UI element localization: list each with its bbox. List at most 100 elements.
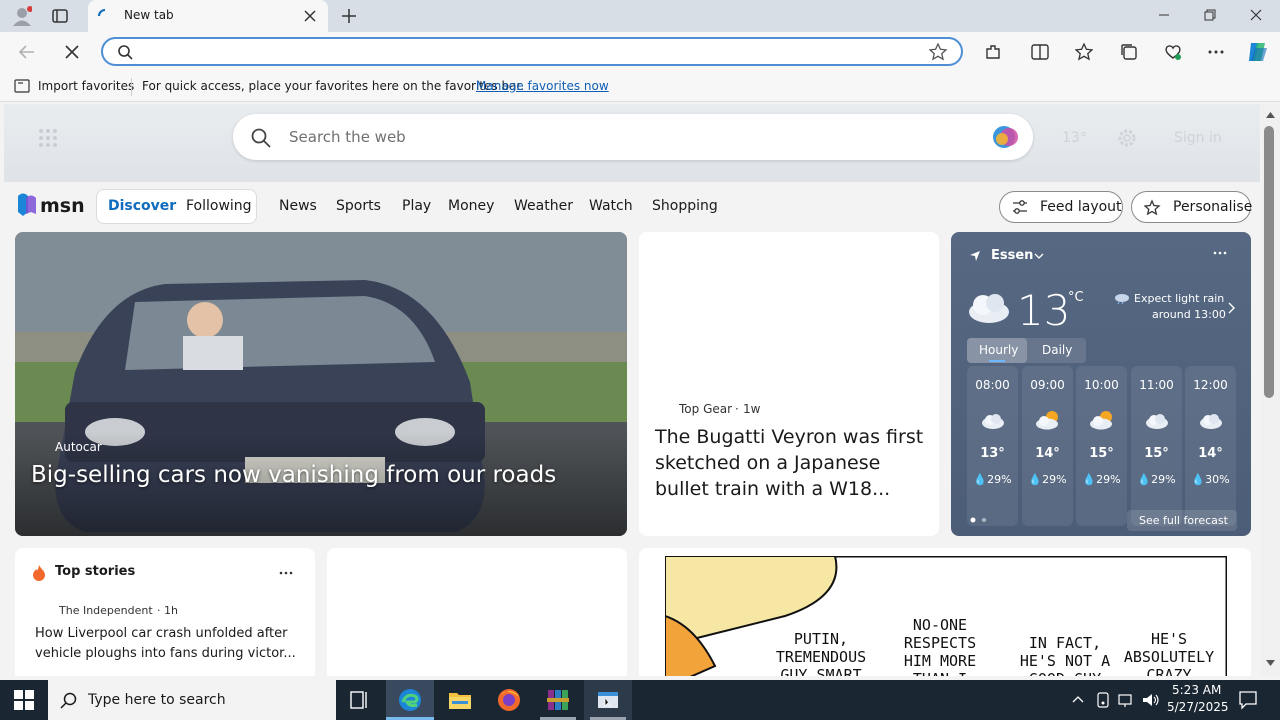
task-view-icon[interactable] (336, 680, 384, 720)
close-tab-icon[interactable] (304, 10, 316, 22)
more-options-icon[interactable] (279, 570, 293, 576)
tab-actions-icon[interactable] (52, 8, 68, 24)
chevron-down-icon[interactable] (1034, 252, 1044, 260)
tab-following[interactable]: Following (186, 198, 252, 214)
network-icon[interactable] (1118, 692, 1136, 708)
feed-layout-label: Feed layout (1040, 199, 1122, 215)
page-header: Search the web 13° Sign in (4, 104, 1260, 182)
address-bar[interactable] (101, 37, 963, 66)
back-arrow-icon[interactable] (18, 43, 36, 61)
collections-icon[interactable] (1120, 43, 1138, 61)
top-stories-card[interactable]: Top stories The Independent · 1h How Liv… (15, 548, 315, 676)
divider (131, 78, 132, 96)
copilot-search-icon[interactable] (991, 124, 1021, 150)
hour-forecast-1100[interactable]: 11:00 15° 💧29% (1131, 366, 1182, 526)
precip-value: 💧29% (1137, 473, 1176, 486)
search-icon (60, 692, 77, 709)
notifications-icon[interactable] (1238, 690, 1258, 710)
partly-cloudy-icon (1035, 410, 1061, 430)
nav-weather[interactable]: Weather (514, 198, 573, 214)
scrollbar-thumb[interactable] (1264, 126, 1274, 398)
import-favorites-button[interactable]: Import favorites (38, 79, 134, 93)
speech-bubble-3: IN FACT, HE'S NOT A GOOD GUY (1019, 634, 1111, 676)
story-headline[interactable]: How Liverpool car crash unfolded after v… (35, 624, 305, 664)
loading-card (327, 548, 627, 676)
web-search-box[interactable]: Search the web (233, 114, 1033, 160)
search-placeholder: Search the web (289, 128, 406, 146)
edge-taskbar-icon[interactable] (386, 680, 434, 720)
nav-watch[interactable]: Watch (589, 198, 633, 214)
settings-gear-icon[interactable] (1117, 128, 1137, 148)
winrar-icon[interactable] (534, 680, 582, 720)
profile-icon[interactable] (12, 6, 32, 26)
taskbar-search-box[interactable]: Type here to search (48, 680, 336, 720)
copilot-icon[interactable] (1245, 40, 1269, 64)
forecast-line-2: around 13:00 (1152, 308, 1226, 321)
article-source: Top Gear (679, 402, 733, 416)
app-installer-icon[interactable] (584, 680, 632, 720)
stop-loading-icon[interactable] (64, 44, 80, 60)
hero-headline[interactable]: Big-selling cars now vanishing from our … (31, 462, 556, 488)
current-temp: 13 (1017, 286, 1071, 335)
feed-layout-button[interactable]: Feed layout (999, 191, 1123, 223)
nav-play[interactable]: Play (402, 198, 431, 214)
article-headline[interactable]: The Bugatti Veyron was first sketched on… (655, 424, 927, 502)
windows-start-icon[interactable] (14, 690, 34, 710)
personalise-label: Personalise (1173, 199, 1253, 215)
flame-icon (31, 564, 47, 582)
msn-nav: msn Discover Following News Sports Play … (4, 182, 1260, 232)
msn-logo[interactable]: msn (16, 192, 86, 220)
firefox-icon[interactable] (485, 680, 533, 720)
tab-hourly[interactable]: Hourly (967, 338, 1027, 363)
extensions-icon[interactable] (984, 43, 1002, 61)
hour-forecast-1000[interactable]: 10:00 15° 💧29% (1076, 366, 1127, 526)
hour-forecast-0900[interactable]: 09:00 14° 💧29% (1022, 366, 1073, 526)
clock-date[interactable]: 5/27/2025 (1167, 700, 1229, 714)
new-tab-button[interactable] (341, 8, 357, 24)
temp-unit[interactable]: °C (1068, 290, 1084, 305)
cloud-icon (1144, 412, 1170, 430)
partly-cloudy-icon (1089, 410, 1115, 430)
favorite-star-icon[interactable] (929, 43, 947, 61)
scroll-up-icon[interactable] (1266, 112, 1275, 118)
chevron-right-icon[interactable] (1227, 302, 1235, 314)
file-explorer-icon[interactable] (436, 680, 484, 720)
nav-sports[interactable]: Sports (336, 198, 381, 214)
more-options-icon[interactable] (1213, 250, 1227, 256)
cloud-icon (1198, 412, 1224, 430)
hour-forecast-1200[interactable]: 12:00 14° 💧30% (1185, 366, 1236, 526)
hour-forecast-0800[interactable]: 08:00 13° 💧29% (967, 366, 1018, 526)
article-card[interactable]: Top Gear · 1w The Bugatti Veyron was fir… (639, 232, 939, 536)
tab-new-tab[interactable]: New tab (88, 0, 328, 32)
see-full-forecast-button[interactable]: See full forecast (1127, 510, 1237, 531)
favorites-icon[interactable] (1075, 43, 1093, 61)
hero-article-card[interactable]: Autocar Big-selling cars now vanishing f… (15, 232, 627, 536)
favorites-prompt: For quick access, place your favorites h… (142, 79, 525, 93)
browser-essentials-icon[interactable] (1163, 43, 1183, 61)
carousel-dots[interactable] (970, 517, 990, 523)
volume-icon[interactable] (1142, 692, 1160, 708)
sign-in-button[interactable]: Sign in (1174, 130, 1222, 146)
scroll-down-icon[interactable] (1266, 660, 1275, 666)
apps-grid-icon[interactable] (38, 128, 58, 148)
tab-discover[interactable]: Discover (108, 198, 176, 214)
split-screen-icon[interactable] (1031, 43, 1049, 61)
weather-card[interactable]: Essen 13 °C Expect light rain around 13:… (951, 232, 1251, 536)
manage-favorites-link[interactable]: Manage favorites now (476, 79, 609, 93)
car-photo (15, 232, 627, 536)
restore-button[interactable] (1204, 9, 1216, 21)
nav-news[interactable]: News (279, 198, 317, 214)
cartoon-card[interactable]: PUTIN, TREMENDOUS GUY SMART NO-ONE RESPE… (639, 548, 1251, 676)
nav-money[interactable]: Money (448, 198, 494, 214)
clock-time[interactable]: 5:23 AM (1172, 683, 1221, 697)
settings-more-icon[interactable] (1207, 43, 1225, 61)
tab-daily[interactable]: Daily (1042, 343, 1072, 357)
personalise-button[interactable]: Personalise (1131, 191, 1253, 223)
nav-shopping[interactable]: Shopping (652, 198, 718, 214)
close-window-button[interactable] (1250, 9, 1262, 21)
favorites-bar: Import favorites For quick access, place… (0, 72, 1280, 102)
minimize-button[interactable] (1158, 9, 1170, 21)
weather-location[interactable]: Essen (991, 248, 1033, 263)
chevron-up-icon[interactable] (1072, 695, 1084, 703)
device-icon[interactable] (1096, 692, 1110, 708)
